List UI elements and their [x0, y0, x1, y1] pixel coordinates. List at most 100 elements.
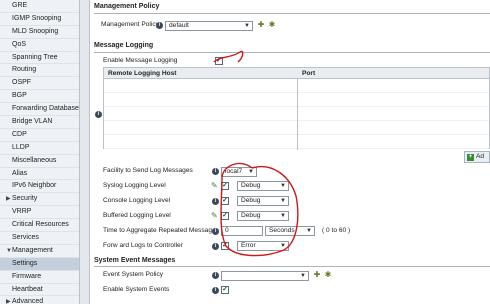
- add-host-button[interactable]: + Ad: [464, 151, 490, 163]
- sidebar-item-ospf[interactable]: OSPF: [0, 77, 79, 91]
- section-title-message-logging: Message Logging: [94, 42, 154, 49]
- buffered-level-select[interactable]: Debug ▼: [237, 211, 289, 221]
- section-divider: [94, 266, 490, 267]
- sidebar-item-bridge-vlan[interactable]: Bridge VLAN: [0, 116, 79, 129]
- info-icon: i: [212, 228, 219, 235]
- forward-logs-value: Error: [241, 242, 256, 249]
- syslog-level-select[interactable]: Debug ▼: [237, 181, 289, 191]
- info-icon: i: [212, 198, 219, 205]
- forward-logs-checkbox[interactable]: ✓: [221, 242, 229, 250]
- edit-event-policy-icon[interactable]: ✱: [323, 270, 333, 280]
- syslog-level-checkbox[interactable]: ✓: [221, 182, 229, 190]
- sidebar-item-label: Services: [12, 234, 39, 242]
- sidebar-item-services[interactable]: Services: [0, 232, 79, 245]
- sidebar-item-label: Advanced: [12, 298, 44, 304]
- info-icon: i: [156, 22, 163, 29]
- table-header: Remote Logging Host Port: [104, 68, 489, 79]
- sidebar-item-label: BGP: [12, 92, 27, 100]
- sidebar-item-security[interactable]: ▶Security: [0, 193, 79, 207]
- main-panel: Management Policy Management Policy i de…: [91, 0, 490, 304]
- syslog-level-label: Syslog Logging Level: [103, 182, 166, 189]
- aggregate-time-input[interactable]: 0: [221, 226, 263, 236]
- sidebar-item-alias[interactable]: Alias: [0, 168, 79, 181]
- sidebar-item-label: Bridge VLAN: [12, 118, 53, 126]
- sidebar-item-spanning-tree[interactable]: Spanning Tree: [0, 52, 79, 65]
- chevron-down-icon: ▼: [280, 198, 286, 204]
- sidebar-item-routing[interactable]: Routing: [0, 64, 79, 78]
- create-policy-icon[interactable]: ✚: [256, 20, 266, 30]
- sidebar-item-heartbeat[interactable]: Heartbeat: [0, 284, 79, 297]
- sidebar-item-label: OSPF: [12, 79, 32, 87]
- sidebar-item-label: Routing: [12, 66, 37, 74]
- create-event-policy-icon[interactable]: ✚: [312, 270, 322, 280]
- section-title-management-policy: Management Policy: [94, 3, 160, 10]
- remote-logging-table: Remote Logging Host Port: [103, 67, 490, 150]
- sidebar-item-label: MLD Snooping: [12, 27, 59, 35]
- facility-label: Facility to Send Log Messages: [103, 167, 193, 174]
- sidebar-item-label: Management: [12, 246, 53, 254]
- sidebar-item-label: GRE: [12, 2, 28, 9]
- column-separator: [297, 68, 298, 150]
- add-button-label: Ad: [476, 153, 485, 160]
- buffered-level-checkbox[interactable]: ✓: [221, 212, 229, 220]
- sidebar-item-advanced[interactable]: ▶Advanced: [0, 296, 79, 304]
- console-level-checkbox[interactable]: ✓: [221, 197, 229, 205]
- sidebar-item-cdp[interactable]: CDP: [0, 129, 79, 142]
- sidebar-item-lldp[interactable]: LLDP: [0, 142, 79, 155]
- sidebar-item-label: Forwarding Database: [12, 105, 79, 113]
- forward-logs-select[interactable]: Error ▼: [237, 241, 289, 251]
- info-icon: i: [212, 272, 219, 279]
- forward-logs-label: Forw ard Logs to Controller: [103, 242, 183, 249]
- enable-message-logging-label: Enable Message Logging: [103, 57, 178, 64]
- sidebar-item-management[interactable]: ▼Management: [0, 245, 79, 258]
- plus-icon: +: [467, 154, 474, 161]
- sidebar-item-bgp[interactable]: BGP: [0, 90, 79, 104]
- sidebar-item-mld-snooping[interactable]: MLD Snooping: [0, 26, 79, 39]
- management-policy-label: Management Policy: [101, 21, 159, 28]
- aggregate-range-hint: ( 0 to 60 ): [322, 227, 351, 234]
- sidebar-item-label: Heartbeat: [12, 285, 43, 293]
- info-icon: i: [212, 287, 219, 294]
- facility-select[interactable]: local7 ▼: [221, 167, 257, 177]
- sidebar-item-ipv6-neighbor[interactable]: IPv6 Neighbor: [0, 180, 79, 194]
- info-icon: i: [212, 168, 219, 175]
- enable-system-events-label: Enable System Events: [103, 286, 170, 293]
- buffered-level-value: Debug: [241, 212, 261, 219]
- chevron-down-icon: ▼: [248, 169, 254, 175]
- sidebar-item-settings[interactable]: Settings: [0, 257, 79, 271]
- enable-system-events-checkbox[interactable]: ✓: [221, 286, 229, 294]
- console-level-select[interactable]: Debug ▼: [237, 196, 289, 206]
- chevron-down-icon: ▼: [280, 213, 286, 219]
- management-policy-value: default: [169, 22, 189, 29]
- aggregate-unit-select[interactable]: Seconds ▼: [265, 226, 315, 236]
- pencil-icon: ✎: [211, 181, 218, 190]
- sidebar-item-vrrp[interactable]: VRRP: [0, 206, 79, 220]
- sidebar-item-igmp-snooping[interactable]: IGMP Snooping: [0, 13, 79, 26]
- enable-message-logging-checkbox[interactable]: ✓: [215, 57, 223, 65]
- sidebar-item-forwarding-database[interactable]: Forwarding Database: [0, 103, 79, 117]
- column-header-host[interactable]: Remote Logging Host: [108, 70, 177, 77]
- buffered-level-label: Buffered Logging Level: [103, 212, 171, 219]
- sidebar-item-label: IPv6 Neighbor: [12, 182, 57, 190]
- pane-splitter[interactable]: [80, 0, 90, 304]
- section-divider: [94, 13, 490, 14]
- event-system-policy-select[interactable]: ▼: [221, 271, 309, 281]
- sidebar-item-firmware[interactable]: Firmware: [0, 271, 79, 284]
- edit-policy-icon[interactable]: ✱: [267, 20, 277, 30]
- syslog-level-value: Debug: [241, 182, 261, 189]
- nav-list: GRE IGMP Snooping MLD Snooping QoS Spanning …: [0, 0, 79, 304]
- sidebar-item-miscellaneous[interactable]: Miscellaneous: [0, 155, 79, 168]
- sidebar-item-label: Spanning Tree: [12, 53, 58, 61]
- info-icon: i: [95, 111, 102, 118]
- column-header-port[interactable]: Port: [302, 70, 315, 77]
- sidebar-item-label: VRRP: [12, 208, 32, 216]
- sidebar-item-critical-resources[interactable]: Critical Resources: [0, 219, 79, 233]
- management-policy-select[interactable]: default ▼: [165, 21, 253, 31]
- sidebar-item-label: LLDP: [12, 143, 30, 151]
- sidebar-item-label: Settings: [12, 259, 38, 267]
- event-system-policy-label: Event System Policy: [103, 271, 164, 278]
- sidebar-item-gre[interactable]: GRE: [0, 0, 79, 13]
- sidebar-item-label: Critical Resources: [12, 221, 69, 229]
- sidebar-item-qos[interactable]: QoS: [0, 39, 79, 52]
- chevron-down-icon: ▼: [280, 243, 286, 249]
